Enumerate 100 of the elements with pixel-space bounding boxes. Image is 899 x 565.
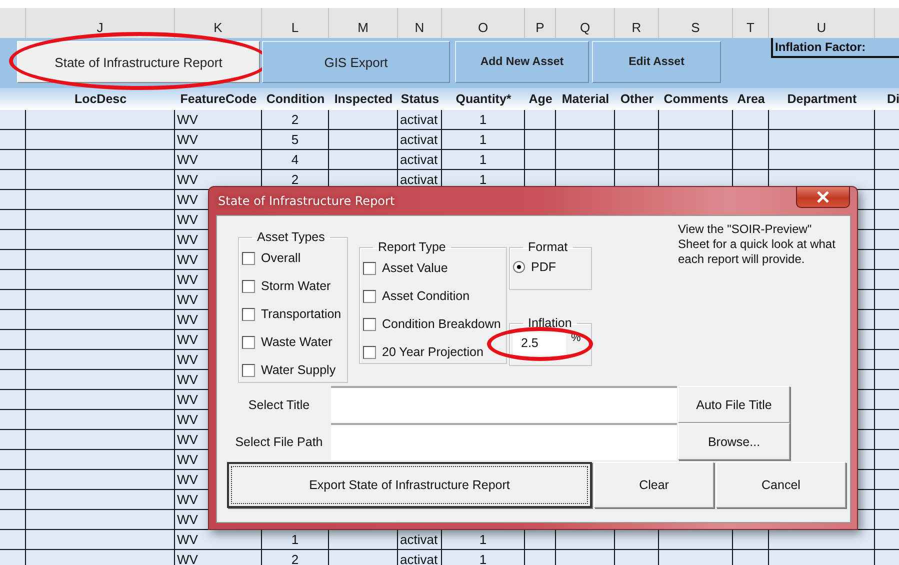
toolbar-button[interactable]: Add New Asset <box>455 41 589 83</box>
table-cell <box>0 170 26 190</box>
table-cell <box>0 470 26 490</box>
checkbox-label: Waste Water <box>261 335 332 349</box>
table-cell <box>858 430 875 450</box>
table-cell <box>0 410 26 430</box>
table-cell <box>0 350 26 370</box>
group-label: Inflation <box>527 316 573 330</box>
table-cell <box>858 210 875 230</box>
table-cell <box>0 450 26 470</box>
table-cell <box>858 270 875 290</box>
table-cell: 1 <box>262 530 329 550</box>
table-cell <box>858 390 875 410</box>
radio-label: PDF <box>531 260 556 274</box>
table-cell <box>733 110 769 130</box>
table-cell <box>733 550 769 565</box>
checkbox-label: Asset Condition <box>382 289 470 303</box>
table-cell <box>556 130 615 150</box>
input-field[interactable] <box>331 386 677 423</box>
inflation-field[interactable]: 2.5 <box>513 333 566 355</box>
table-cell <box>733 130 769 150</box>
table-cell <box>329 150 398 170</box>
close-icon <box>816 191 830 203</box>
checkbox[interactable] <box>242 308 255 320</box>
table-cell: WV <box>175 150 262 170</box>
table-cell <box>858 190 875 210</box>
table-cell <box>0 150 26 170</box>
table-cell <box>858 290 875 310</box>
table-cell <box>329 110 398 130</box>
column-header: Condition <box>265 91 326 108</box>
table-cell <box>0 230 26 250</box>
input-field[interactable] <box>331 423 677 460</box>
dialog-button[interactable]: Export State of Infrastructure Report <box>227 462 592 508</box>
table-cell: activat <box>398 150 442 170</box>
checkbox[interactable] <box>363 346 376 358</box>
checkbox[interactable] <box>242 364 255 376</box>
checkbox-label: Water Supply <box>261 363 336 377</box>
table-cell <box>615 150 659 170</box>
table-cell <box>0 430 26 450</box>
checkbox[interactable] <box>363 290 376 302</box>
table-cell <box>556 110 615 130</box>
table-cell <box>858 310 875 330</box>
dialog-button[interactable]: Auto File Title <box>678 386 790 423</box>
table-cell <box>615 110 659 130</box>
table-cell <box>615 530 659 550</box>
checkbox[interactable] <box>363 262 376 274</box>
table-cell <box>858 510 875 530</box>
inflation-factor-label: Inflation Factor: <box>771 38 899 58</box>
table-cell <box>525 110 556 130</box>
table-cell <box>0 330 26 350</box>
checkbox-label: Overall <box>261 251 301 265</box>
table-cell <box>733 530 769 550</box>
checkbox[interactable] <box>242 280 255 292</box>
checkbox[interactable] <box>242 252 255 264</box>
toolbar-button[interactable]: GIS Export <box>262 41 450 83</box>
checkbox-label: Condition Breakdown <box>382 317 501 331</box>
table-cell <box>858 350 875 370</box>
toolbar-button[interactable]: State of Infrastructure Report <box>17 41 260 83</box>
table-cell <box>329 550 398 565</box>
column-header: FeatureCode <box>179 91 258 108</box>
table-cell <box>615 550 659 565</box>
column-header: Other <box>619 91 655 108</box>
column-header: Comments <box>662 91 730 108</box>
table-cell <box>525 550 556 565</box>
column-header: Inspected <box>333 91 394 108</box>
table-cell <box>0 110 26 130</box>
column-header: Status <box>400 91 440 108</box>
table-cell: 1 <box>442 550 525 565</box>
checkbox[interactable] <box>242 336 255 348</box>
table-cell: 1 <box>442 150 525 170</box>
radio-button[interactable] <box>513 261 525 273</box>
table-cell <box>0 490 26 510</box>
dialog-button[interactable]: Cancel <box>716 462 846 508</box>
table-cell <box>329 130 398 150</box>
table-cell <box>858 470 875 490</box>
checkbox[interactable] <box>363 318 376 330</box>
column-header: Di <box>886 91 899 108</box>
table-cell <box>615 130 659 150</box>
close-button[interactable] <box>796 186 850 208</box>
column-header: LocDesc <box>73 91 128 108</box>
table-cell <box>0 530 26 550</box>
table-cell <box>858 370 875 390</box>
table-cell <box>525 150 556 170</box>
column-header: Department <box>786 91 858 108</box>
column-header: Age <box>528 91 554 108</box>
table-cell <box>733 150 769 170</box>
table-cell: WV <box>175 110 262 130</box>
table-cell <box>0 130 26 150</box>
table-cell <box>858 250 875 270</box>
table-cell: activat <box>398 130 442 150</box>
toolbar-button[interactable]: Edit Asset <box>592 41 721 83</box>
dialog-button[interactable]: Clear <box>594 462 714 508</box>
table-cell <box>525 530 556 550</box>
table-cell <box>858 410 875 430</box>
dialog-button[interactable]: Browse... <box>678 423 790 460</box>
table-cell: WV <box>175 130 262 150</box>
table-cell: 5 <box>262 130 329 150</box>
table-cell <box>858 330 875 350</box>
column-header: Material <box>560 91 610 108</box>
table-cell: activat <box>398 530 442 550</box>
